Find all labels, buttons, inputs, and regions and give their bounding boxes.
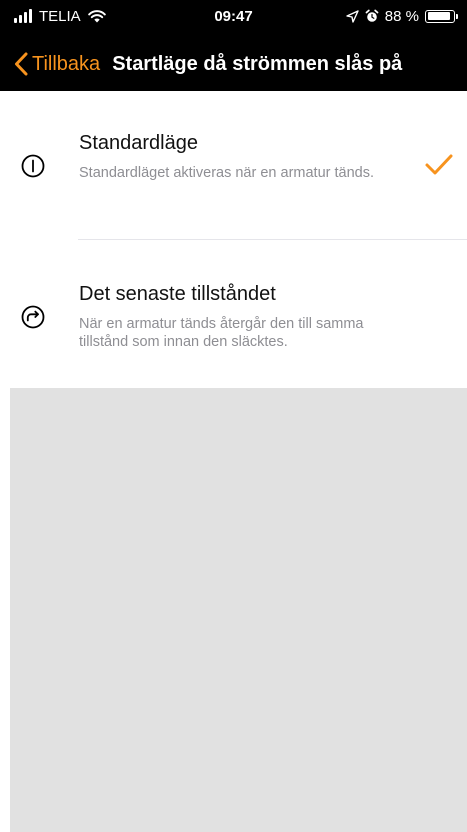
navigation-bar: Tillbaka Startläge då strömmen slås på bbox=[0, 44, 467, 84]
alarm-icon bbox=[365, 9, 379, 22]
battery-icon bbox=[425, 9, 458, 23]
location-icon bbox=[346, 9, 359, 23]
option-last-state[interactable]: Det senaste tillståndet När en armatur t… bbox=[0, 240, 467, 388]
chevron-left-icon bbox=[15, 52, 28, 76]
page-title: Startläge då strömmen slås på bbox=[112, 52, 403, 75]
battery-percentage: 88 % bbox=[384, 7, 419, 25]
option-title: Det senaste tillståndet bbox=[79, 283, 276, 305]
top-bar: TELIA 09:47 88 % Tillbaka Startläge då s… bbox=[0, 0, 467, 91]
back-button[interactable]: Tillbaka bbox=[14, 52, 100, 76]
status-right: 88 % bbox=[346, 7, 458, 25]
option-description: Standardläget aktiveras när en armatur t… bbox=[79, 165, 374, 181]
status-bar: TELIA 09:47 88 % bbox=[0, 0, 467, 36]
power-icon bbox=[21, 154, 45, 178]
option-title: Standardläge bbox=[79, 132, 198, 154]
checkmark-icon bbox=[425, 154, 453, 175]
redo-icon bbox=[21, 305, 45, 329]
option-description: När en armatur tänds återgår den till sa… bbox=[79, 316, 364, 350]
empty-background-area bbox=[10, 388, 467, 832]
back-label: Tillbaka bbox=[32, 52, 101, 75]
option-standard-mode[interactable]: Standardläge Standardläget aktiveras när… bbox=[0, 91, 467, 240]
